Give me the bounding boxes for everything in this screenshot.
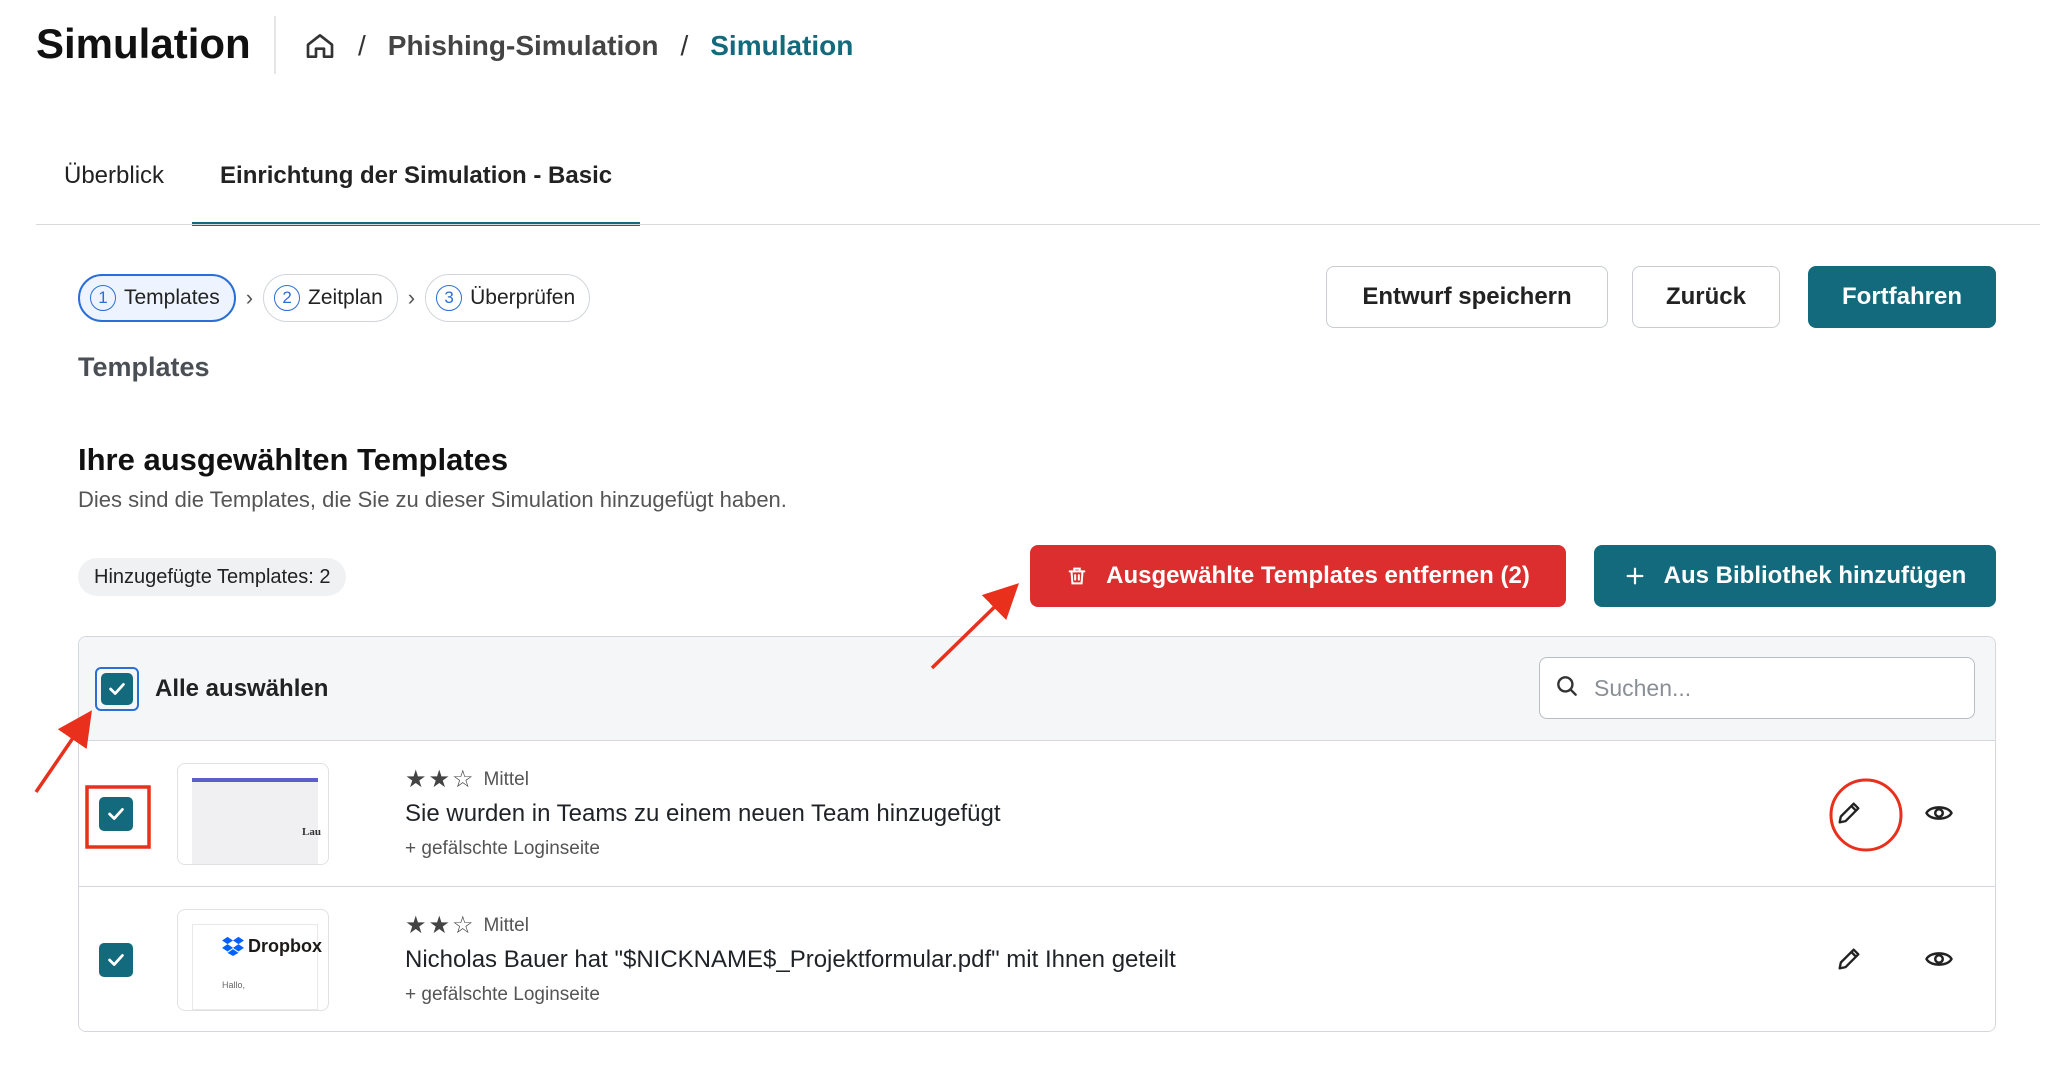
breadcrumb-separator: / (358, 30, 366, 61)
breadcrumb: / Phishing-Simulation / Simulation (304, 26, 853, 66)
remove-selected-label: Ausgewählte Templates entfernen (2) (1106, 562, 1530, 589)
checkbox-checked (101, 673, 133, 705)
section-heading: Ihre ausgewählten Templates (78, 442, 509, 477)
tabs-divider (36, 224, 2040, 225)
check-icon (108, 808, 124, 820)
step-number: 2 (274, 285, 301, 311)
save-draft-button[interactable]: Entwurf speichern (1326, 266, 1608, 328)
search-input[interactable] (1594, 674, 1954, 702)
section-label: Templates (78, 352, 210, 382)
step-number: 1 (90, 285, 116, 311)
template-thumbnail[interactable]: Lau (177, 763, 329, 865)
step-label: Zeitplan (308, 286, 383, 309)
row-meta: ★ ★ ☆ Mittel Sie wurden in Teams zu eine… (405, 765, 1001, 860)
dropbox-logo-icon (222, 936, 244, 961)
row-checkbox[interactable] (99, 943, 133, 977)
add-from-library-label: Aus Bibliothek hinzufügen (1663, 562, 1967, 589)
star-filled-icon: ★ (405, 912, 427, 939)
continue-button[interactable]: Fortfahren (1808, 266, 1996, 328)
edit-icon[interactable] (1829, 793, 1869, 833)
header-divider (274, 16, 276, 74)
template-subtitle: + gefälschte Loginseite (405, 984, 600, 1005)
plus-icon (1624, 565, 1646, 587)
template-count-badge: Hinzugefügte Templates: 2 (78, 558, 347, 596)
difficulty-rating: ★ ★ ☆ Mittel (405, 765, 1001, 794)
select-all-checkbox[interactable] (95, 667, 139, 711)
add-from-library-button[interactable]: Aus Bibliothek hinzufügen (1594, 545, 1996, 607)
star-filled-icon: ★ (428, 766, 451, 793)
thumbnail-text: Hallo, (222, 980, 246, 990)
breadcrumb-item-simulation[interactable]: Simulation (710, 30, 853, 62)
tab-bar: Überblick Einrichtung der Simulation - B… (36, 138, 2048, 226)
table-row: Lau ★ ★ ☆ Mittel Sie wurden in Teams zu … (79, 741, 1995, 887)
chevron-right-icon: › (407, 285, 416, 310)
eye-icon[interactable] (1919, 939, 1959, 979)
checkbox-checked (99, 797, 133, 831)
breadcrumb-separator: / (680, 30, 689, 61)
stepper: 1 Templates › 2 Zeitplan › 3 Überprüfen (78, 274, 591, 322)
step-templates[interactable]: 1 Templates (78, 274, 236, 322)
chevron-right-icon: › (245, 285, 254, 310)
tab-overview[interactable]: Überblick (36, 138, 192, 226)
template-thumbnail[interactable]: Dropbox Hallo, (177, 909, 329, 1011)
thumbnail-text: Lau (302, 826, 321, 838)
back-button[interactable]: Zurück (1632, 266, 1780, 328)
remove-selected-button[interactable]: Ausgewählte Templates entfernen (2) (1030, 545, 1566, 607)
checkbox-checked (99, 943, 133, 977)
home-icon[interactable] (304, 30, 336, 62)
check-icon (109, 683, 125, 695)
breadcrumb-item-phishing-simulation[interactable]: Phishing-Simulation (388, 30, 659, 62)
star-empty-icon: ☆ (452, 766, 474, 793)
star-filled-icon: ★ (428, 912, 451, 939)
step-label: Überprüfen (470, 286, 576, 309)
edit-icon[interactable] (1829, 939, 1869, 979)
check-icon (108, 954, 124, 966)
eye-icon[interactable] (1919, 793, 1959, 833)
table-header: Alle auswählen (79, 637, 1995, 741)
select-all-label: Alle auswählen (155, 675, 329, 702)
thumbnail-body (192, 782, 318, 864)
tab-setup-basic[interactable]: Einrichtung der Simulation - Basic (192, 138, 641, 226)
difficulty-rating: ★ ★ ☆ Mittel (405, 911, 1176, 940)
step-label: Templates (124, 286, 220, 309)
thumbnail-brand: Dropbox (248, 936, 322, 956)
page-title: Simulation (36, 20, 251, 67)
difficulty-label: Mittel (483, 768, 529, 790)
template-subtitle: + gefälschte Loginseite (405, 838, 600, 859)
step-schedule[interactable]: 2 Zeitplan (263, 274, 398, 322)
star-filled-icon: ★ (405, 766, 427, 793)
template-title: Nicholas Bauer hat "$NICKNAME$_Projektfo… (405, 946, 1176, 973)
row-meta: ★ ★ ☆ Mittel Nicholas Bauer hat "$NICKNA… (405, 911, 1176, 1006)
difficulty-label: Mittel (483, 914, 529, 936)
templates-table: Alle auswählen Lau ★ ★ ☆ Mittel (78, 636, 1996, 1032)
template-title: Sie wurden in Teams zu einem neuen Team … (405, 800, 1001, 827)
search-box[interactable] (1539, 657, 1975, 719)
trash-icon (1066, 565, 1088, 587)
step-review[interactable]: 3 Überprüfen (425, 274, 591, 322)
search-icon (1554, 673, 1580, 704)
step-number: 3 (436, 285, 463, 311)
section-description: Dies sind die Templates, die Sie zu dies… (78, 487, 787, 512)
row-checkbox[interactable] (99, 797, 133, 831)
star-empty-icon: ☆ (452, 912, 474, 939)
table-row: Dropbox Hallo, ★ ★ ☆ Mittel Nicholas Bau… (79, 887, 1995, 1031)
